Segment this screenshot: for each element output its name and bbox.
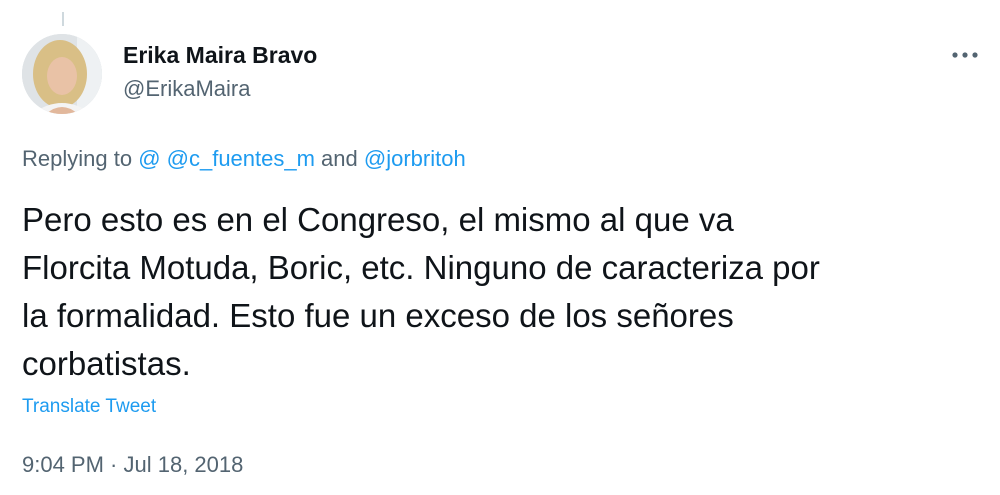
- mention-link-c-fuentes-m[interactable]: @ @c_fuentes_m: [138, 146, 315, 171]
- profile-photo-icon: [22, 34, 102, 114]
- tweet-text-line: Florcita Motuda, Boric, etc. Ninguno de …: [22, 249, 820, 286]
- reply-context-joiner: and: [314, 146, 364, 171]
- reply-context-prefix: Replying to: [22, 146, 139, 171]
- tweet-timestamp[interactable]: 9:04 PM · Jul 18, 2018: [22, 452, 243, 478]
- tweet-text-line: corbatistas.: [22, 345, 191, 382]
- tweet-text-line: Pero esto es en el Congreso, el mismo al…: [22, 201, 734, 238]
- translate-tweet-link[interactable]: Translate Tweet: [22, 396, 156, 418]
- more-options-button[interactable]: [945, 40, 985, 70]
- tweet-card: Erika Maira Bravo @ErikaMaira Replying t…: [0, 0, 1000, 495]
- author-handle[interactable]: @ErikaMaira: [123, 76, 250, 102]
- mention-link-jorbritoh[interactable]: @jorbritoh: [364, 146, 466, 171]
- author-display-name[interactable]: Erika Maira Bravo: [123, 42, 317, 69]
- tweet-text: Pero esto es en el Congreso, el mismo al…: [22, 196, 982, 388]
- more-horizontal-icon: [952, 52, 978, 58]
- avatar[interactable]: [22, 34, 102, 114]
- thread-connector-line: [62, 12, 64, 26]
- reply-context: Replying to @ @c_fuentes_m and @jorbrito…: [22, 146, 466, 172]
- tweet-text-line: la formalidad. Esto fue un exceso de los…: [22, 297, 734, 334]
